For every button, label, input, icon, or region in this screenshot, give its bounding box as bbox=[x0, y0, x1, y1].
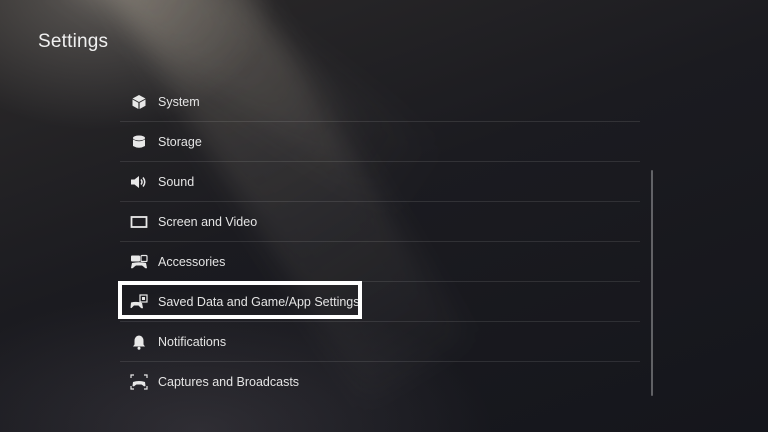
menu-item-sound[interactable]: Sound bbox=[120, 162, 640, 202]
speaker-icon bbox=[128, 171, 150, 193]
settings-menu: System Storage Sound Screen and Video Ac… bbox=[118, 82, 640, 401]
accessories-icon bbox=[128, 251, 150, 273]
menu-item-accessories[interactable]: Accessories bbox=[120, 242, 640, 282]
saved-data-icon bbox=[128, 291, 150, 313]
menu-item-label: Saved Data and Game/App Settings bbox=[158, 294, 360, 309]
menu-item-label: Notifications bbox=[158, 334, 227, 349]
menu-item-label: Screen and Video bbox=[158, 214, 258, 229]
menu-item-screen-and-video[interactable]: Screen and Video bbox=[120, 202, 640, 242]
menu-item-notifications[interactable]: Notifications bbox=[120, 322, 640, 362]
bell-icon bbox=[128, 331, 150, 353]
menu-item-label: System bbox=[158, 94, 200, 109]
menu-item-storage[interactable]: Storage bbox=[120, 122, 640, 162]
menu-item-label: Captures and Broadcasts bbox=[158, 374, 300, 389]
screen-icon bbox=[128, 211, 150, 233]
menu-item-system[interactable]: System bbox=[120, 82, 640, 122]
menu-item-captures-and-broadcasts[interactable]: Captures and Broadcasts bbox=[120, 362, 640, 401]
storage-icon bbox=[128, 131, 150, 153]
menu-scrollbar[interactable] bbox=[651, 170, 653, 396]
captures-icon bbox=[128, 371, 150, 393]
menu-item-label: Sound bbox=[158, 174, 195, 189]
page-title: Settings bbox=[38, 31, 109, 52]
menu-item-label: Storage bbox=[158, 134, 202, 149]
menu-item-label: Accessories bbox=[158, 254, 226, 269]
menu-item-saved-data-settings[interactable]: Saved Data and Game/App Settings bbox=[118, 281, 640, 322]
system-cube-icon bbox=[128, 91, 150, 113]
